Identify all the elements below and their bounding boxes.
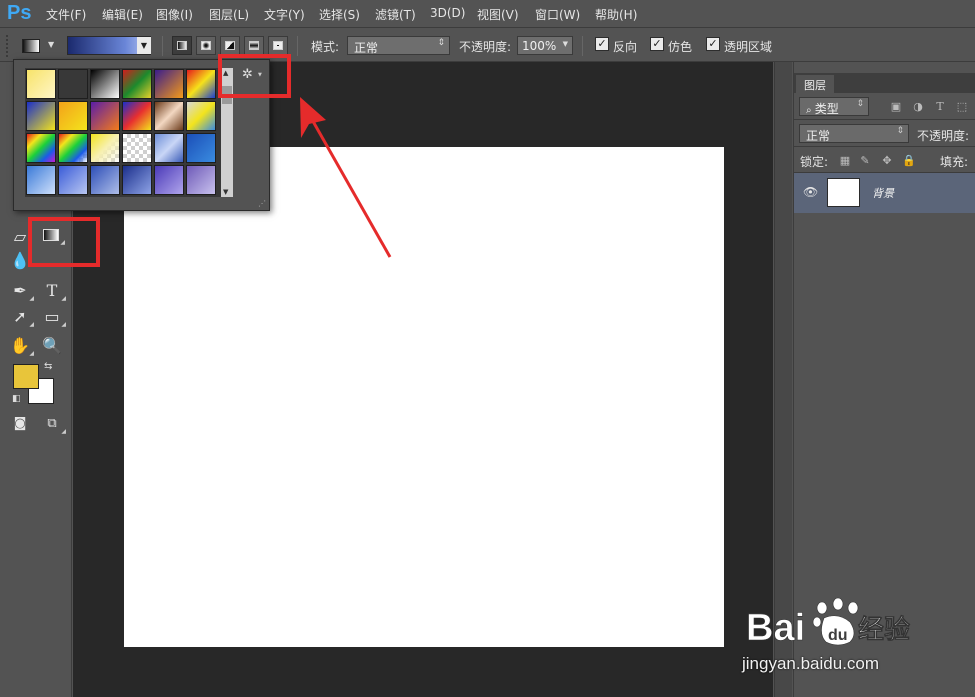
layer-opacity-label: 不透明度: [917,129,970,143]
tab-layers[interactable]: 图层 [796,75,834,93]
layer-kind-value: 类型 [814,102,839,116]
svg-text:经验: 经验 [858,614,910,645]
blend-mode-select[interactable]: 正常 ⇕ [799,124,909,143]
lock-label: 锁定: [800,155,829,169]
layer-thumbnail [827,178,860,207]
lock-pixels-icon[interactable]: ✎ [858,154,872,168]
updown-arrow-icon: ⇕ [896,126,904,136]
baidu-jingyan-logo: Bai du 经验 [746,597,910,649]
eye-icon[interactable]: 👁 [803,185,818,199]
type-filter-icon[interactable]: T [933,100,947,114]
updown-arrow-icon: ⇕ [856,99,864,109]
svg-text:Bai: Bai [746,607,805,649]
svg-text:du: du [828,627,848,644]
layers-tab-bar: 图层 [794,73,975,93]
layer-kind-select[interactable]: ⌕ 类型 ⇕ [799,97,869,116]
layer-name: 背景 [872,187,894,200]
lock-transparent-icon[interactable]: ▦ [838,154,852,168]
pixel-filter-icon[interactable]: ▣ [889,100,903,114]
layer-filter-row: ⌕ 类型 ⇕ ▣ ◑ T ⬚ [794,94,975,120]
search-icon: ⌕ [806,105,815,116]
layer-row-background[interactable]: 👁 背景 [794,173,975,213]
adjustment-filter-icon[interactable]: ◑ [911,100,925,114]
photoshop-window: Ps 文件(F) 编辑(E) 图像(I) 图层(L) 文字(Y) 选择(S) 滤… [0,0,975,697]
blend-mode-value: 正常 [806,129,831,143]
watermark-url: jingyan.baidu.com [742,654,880,673]
shape-filter-icon[interactable]: ⬚ [955,100,969,114]
blend-row: 正常 ⇕ 不透明度: [794,121,975,147]
fill-label: 填充: [940,155,969,169]
lock-all-icon[interactable]: 🔒 [902,154,916,168]
lock-position-icon[interactable]: ✥ [880,154,894,168]
lock-row: 锁定: ▦ ✎ ✥ 🔒 填充: [794,148,975,173]
